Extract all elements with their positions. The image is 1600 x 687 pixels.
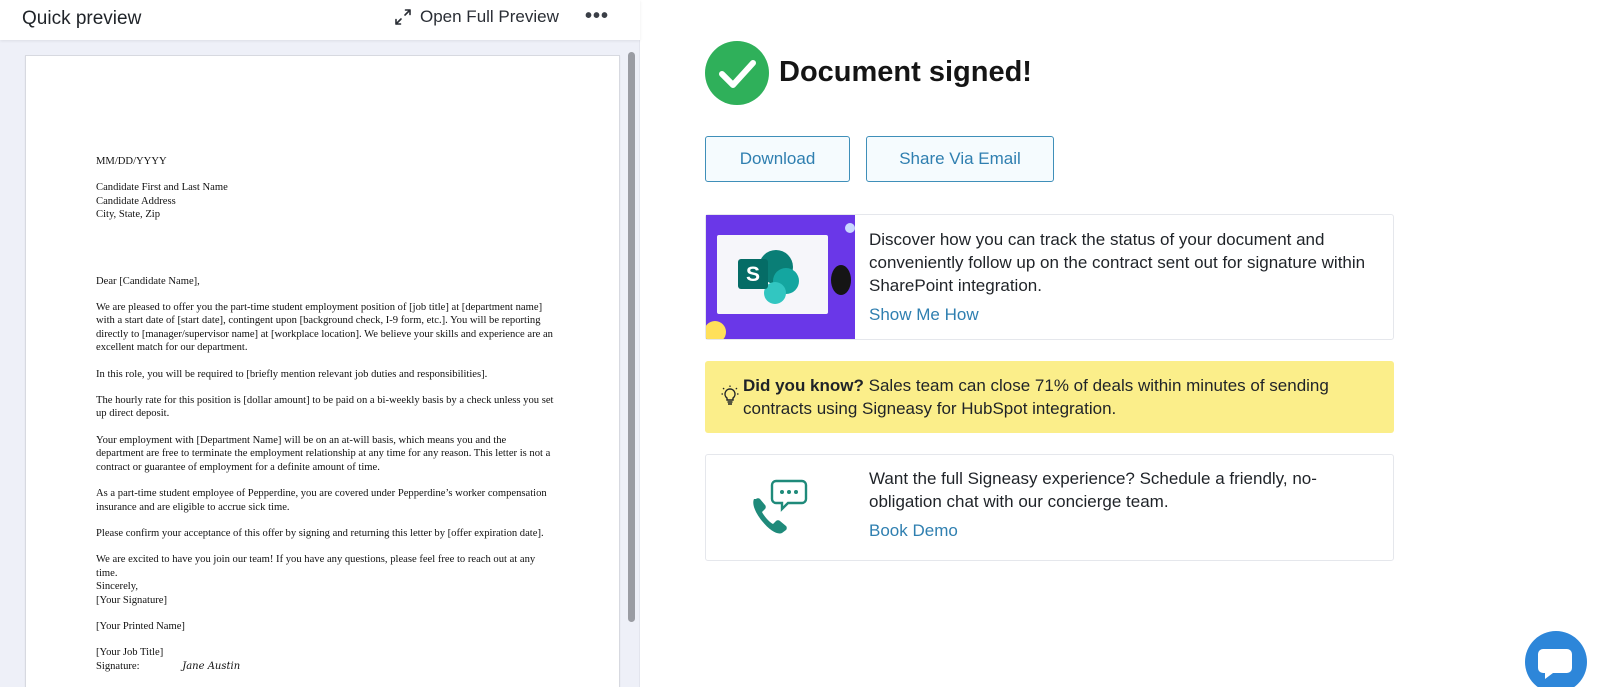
doc-salutation: Dear [Candidate Name], <box>96 275 200 287</box>
doc-paragraph: We are excited to have you join our team… <box>96 554 536 579</box>
doc-printed-name: [Your Printed Name] <box>96 620 185 632</box>
illustration-yellow-dot <box>706 321 726 339</box>
preview-title: Quick preview <box>22 8 142 29</box>
share-via-email-button[interactable]: Share Via Email <box>866 136 1054 182</box>
doc-address-line: Candidate Address <box>96 195 176 207</box>
chat-bubble-icon <box>1538 649 1572 679</box>
quick-preview-panel: Quick preview Open Full Preview ••• MM/D… <box>0 0 640 687</box>
sharepoint-card-text: Discover how you can track the status of… <box>869 230 1366 295</box>
doc-paragraph: The hourly rate for this position is [do… <box>96 395 554 420</box>
expand-icon <box>395 9 411 25</box>
doc-signature-label: Signature: <box>96 660 140 672</box>
open-full-preview-button[interactable]: Open Full Preview <box>394 7 559 27</box>
more-horizontal-icon[interactable]: ••• <box>585 5 609 28</box>
doc-paragraph: As a part-time student employee of Peppe… <box>96 488 547 513</box>
chat-launcher-button[interactable] <box>1525 631 1587 687</box>
doc-date: MM/DD/YYYY <box>96 156 167 167</box>
book-demo-card: Want the full Signeasy experience? Sched… <box>705 454 1394 561</box>
did-you-know-banner: Did you know? Sales team can close 71% o… <box>705 361 1394 433</box>
tip-heading: Did you know? <box>743 376 864 395</box>
book-demo-link[interactable]: Book Demo <box>869 521 958 541</box>
sharepoint-illustration: S <box>706 215 855 339</box>
app-root: Quick preview Open Full Preview ••• MM/D… <box>0 0 1600 687</box>
doc-paragraph: In this role, you will be required to [b… <box>96 368 488 380</box>
doc-address-line: Candidate First and Last Name <box>96 182 228 194</box>
sharepoint-promo-card: S Discover how you can track the status … <box>705 214 1394 340</box>
doc-job-title: [Your Job Title] <box>96 647 164 659</box>
tip-text: Did you know? Sales team can close 71% o… <box>743 374 1373 420</box>
doc-paragraph: Please confirm your acceptance of this o… <box>96 527 544 539</box>
check-circle-icon <box>705 41 769 105</box>
lightbulb-icon <box>721 385 739 405</box>
document-body: MM/DD/YYYY Candidate First and Last Name… <box>96 155 556 673</box>
open-full-preview-label: Open Full Preview <box>420 7 559 26</box>
illustration-dot <box>845 223 855 233</box>
document-page: MM/DD/YYYY Candidate First and Last Name… <box>25 55 620 687</box>
sharepoint-logo-icon: S <box>738 250 799 304</box>
download-button[interactable]: Download <box>705 136 850 182</box>
svg-text:S: S <box>746 263 760 286</box>
preview-scrollbar[interactable] <box>628 52 635 622</box>
phone-chat-icon <box>753 479 808 534</box>
signature-scribble: Jane Austin <box>182 660 241 672</box>
preview-header: Quick preview Open Full Preview ••• <box>0 0 640 40</box>
doc-signature-line: Signature: Jane Austin <box>96 660 556 673</box>
status-title: Document signed! <box>779 56 1032 88</box>
doc-your-signature: [Your Signature] <box>96 594 168 606</box>
doc-paragraph: Your employment with [Department Name] w… <box>96 434 551 473</box>
demo-card-text: Want the full Signeasy experience? Sched… <box>869 469 1317 511</box>
doc-paragraph: We are pleased to offer you the part-tim… <box>96 302 553 354</box>
doc-address-line: City, State, Zip <box>96 209 161 221</box>
illustration-accent <box>831 265 851 295</box>
doc-closing: Sincerely, <box>96 581 138 593</box>
show-me-how-link[interactable]: Show Me How <box>869 305 979 325</box>
